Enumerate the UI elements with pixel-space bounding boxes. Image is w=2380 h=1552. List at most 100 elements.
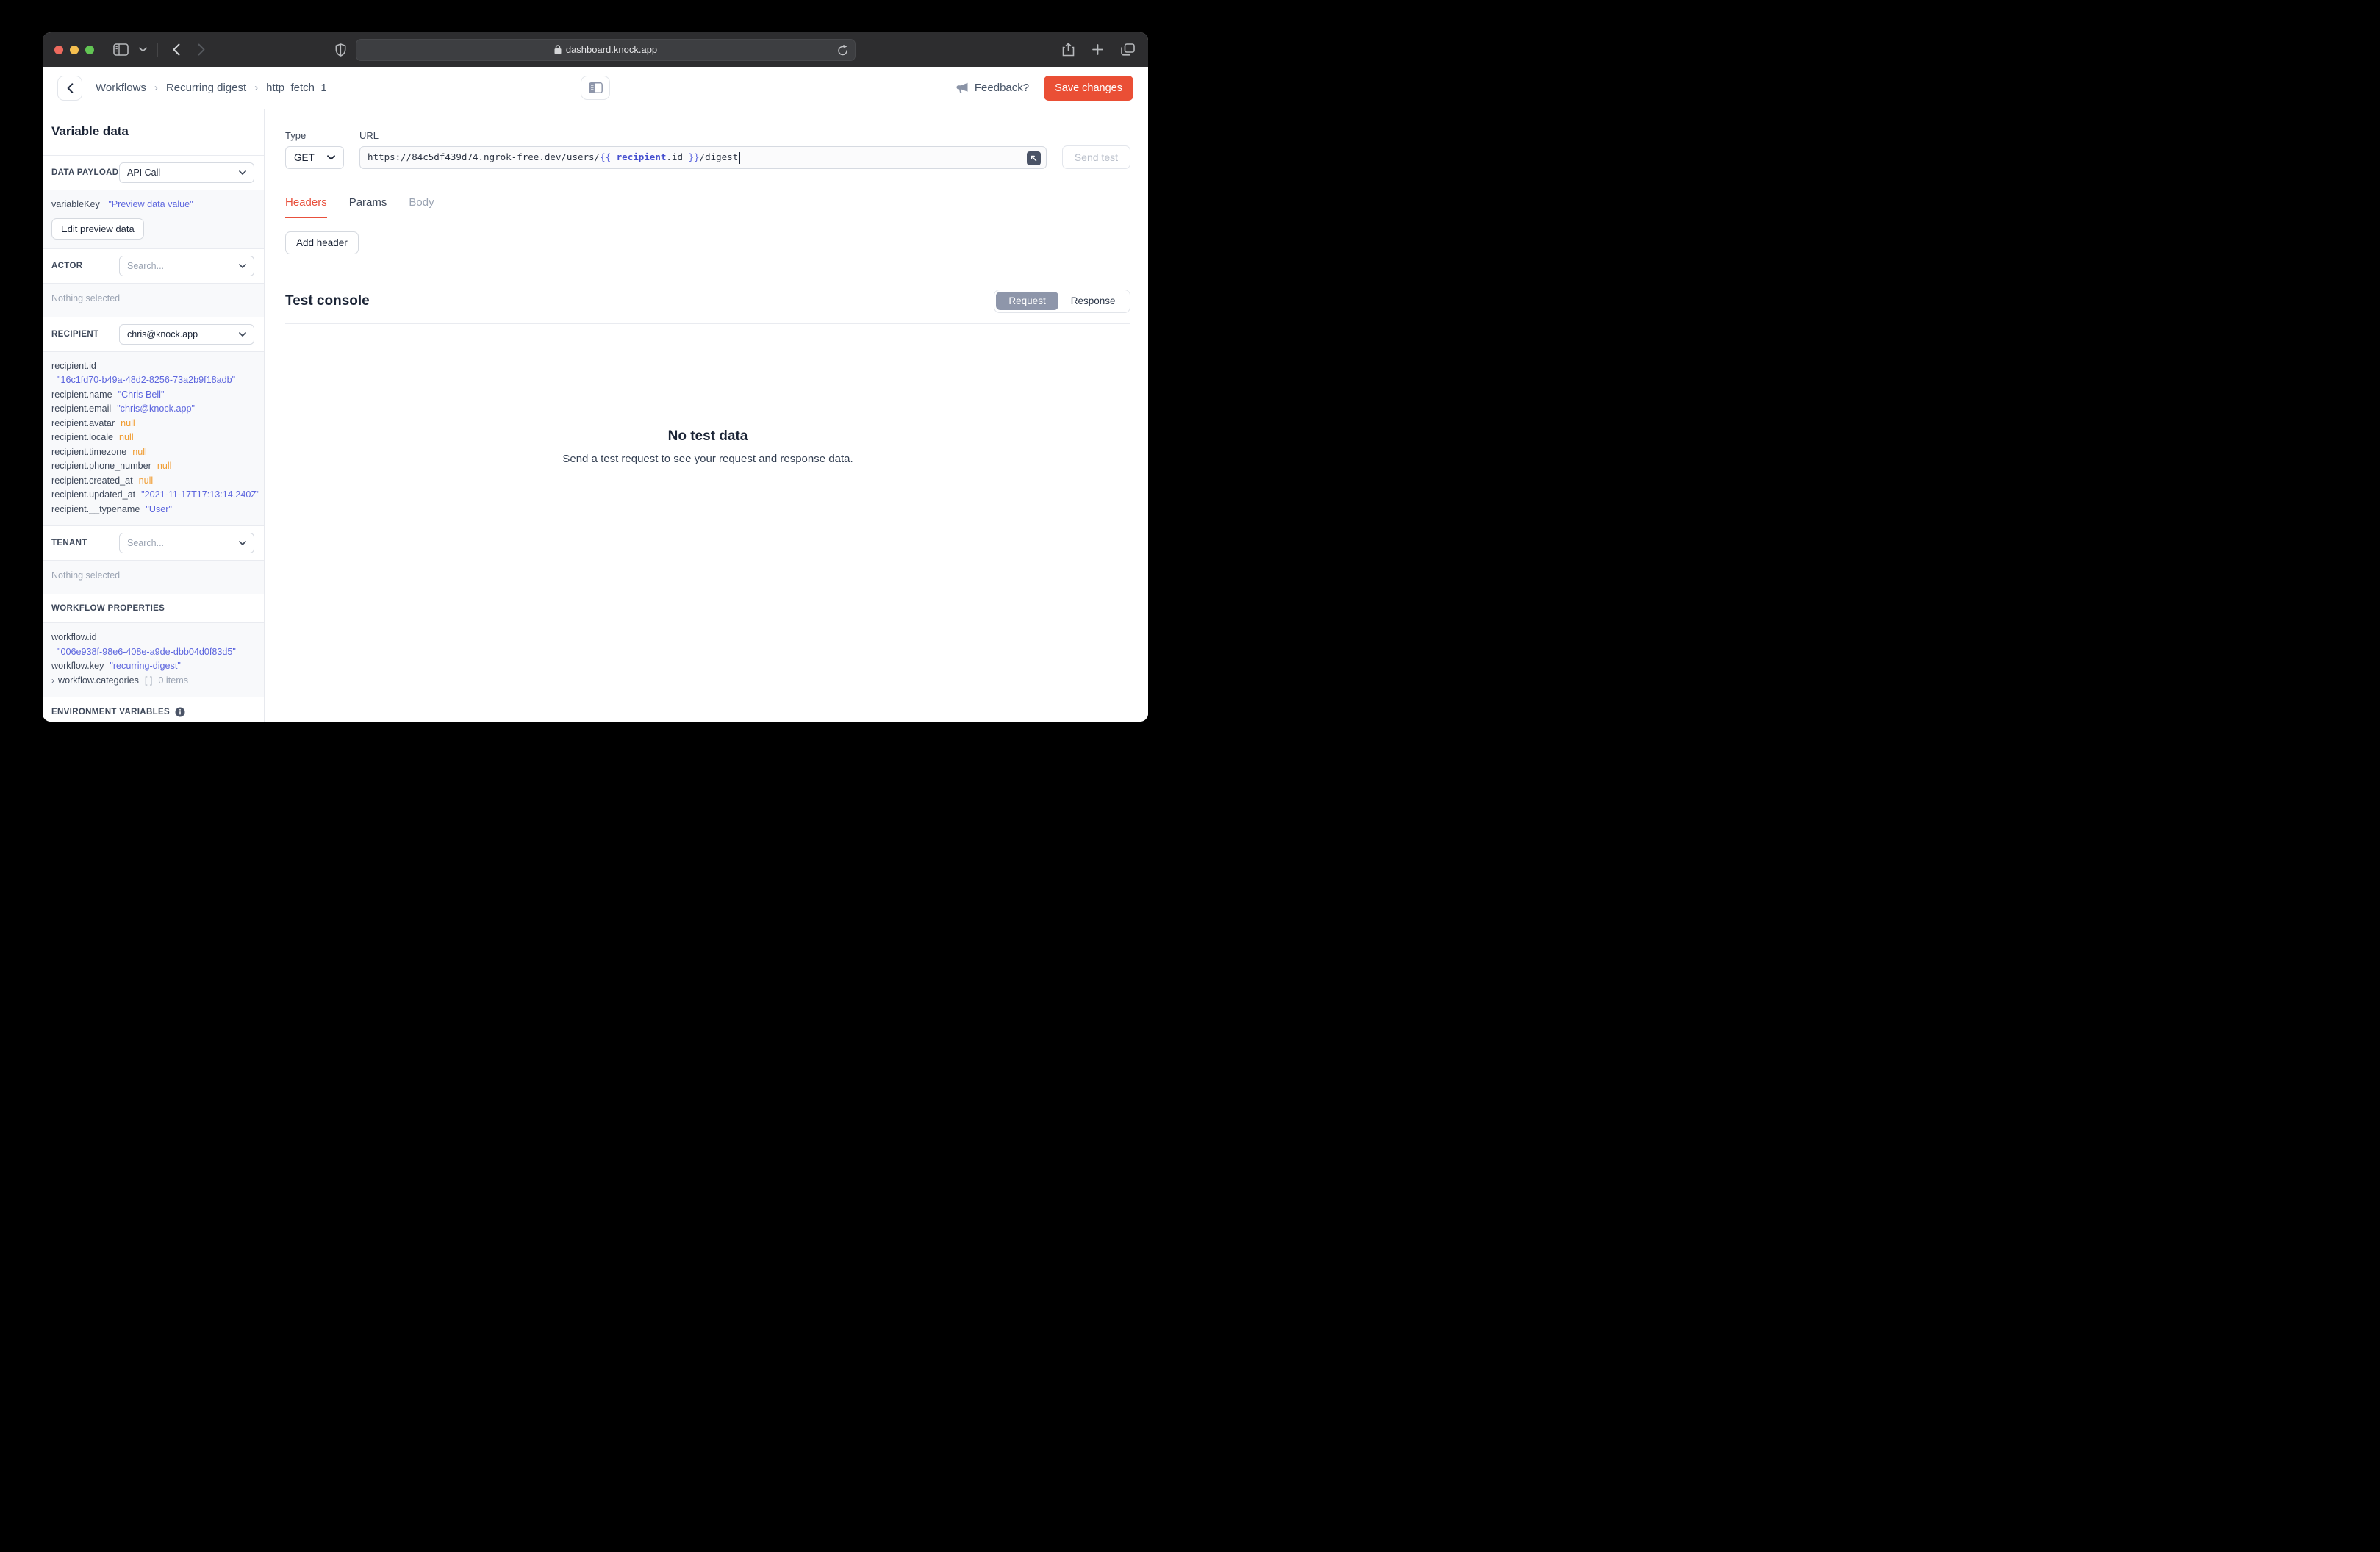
- field-row: recipient.updated_at "2021-11-17T17:13:14…: [51, 488, 260, 503]
- actor-select[interactable]: Search...: [119, 255, 254, 276]
- url-label: URL: [359, 130, 379, 141]
- edit-preview-data-button[interactable]: Edit preview data: [51, 218, 144, 240]
- field-row: workflow.id: [51, 630, 255, 645]
- zoom-window-button[interactable]: [85, 45, 94, 54]
- expand-editor-icon[interactable]: [1026, 151, 1041, 165]
- field-value-count: 0 items: [158, 675, 188, 686]
- shield-icon[interactable]: [335, 43, 346, 57]
- type-label: Type: [285, 130, 307, 141]
- feedback-label: Feedback?: [974, 82, 1030, 94]
- data-payload-select[interactable]: API Call: [119, 162, 254, 183]
- app-header: Workflows › Recurring digest › http_fetc…: [43, 67, 1148, 109]
- feedback-link[interactable]: Feedback?: [956, 82, 1029, 94]
- chevron-right-icon[interactable]: ›: [51, 674, 54, 689]
- url-text: https://84c5df439d74.ngrok-free.dev/user…: [368, 151, 740, 164]
- recipient-label: RECIPIENT: [51, 329, 99, 339]
- method-value: GET: [294, 152, 315, 163]
- field-value-null: null: [157, 461, 172, 471]
- breadcrumb-workflows[interactable]: Workflows: [96, 82, 146, 94]
- preview-data-band: variableKey "Preview data value" Edit pr…: [43, 190, 264, 248]
- save-changes-button[interactable]: Save changes: [1044, 75, 1133, 101]
- forward-icon[interactable]: [198, 43, 205, 56]
- tenant-select[interactable]: Search...: [119, 533, 254, 553]
- field-value-string: "chris@knock.app": [117, 403, 195, 414]
- send-test-button[interactable]: Send test: [1061, 146, 1130, 169]
- url-input[interactable]: https://84c5df439d74.ngrok-free.dev/user…: [359, 146, 1047, 169]
- tab-overview-icon[interactable]: [1121, 43, 1135, 56]
- field-value-string: "006e938f-98e6-408e-a9de-dbb04d0f83d5": [57, 646, 236, 657]
- breadcrumb-separator: ›: [154, 82, 158, 94]
- minimize-window-button[interactable]: [70, 45, 79, 54]
- field-row: recipient.__typename "User": [51, 503, 255, 517]
- tab-params[interactable]: Params: [349, 196, 387, 218]
- share-icon[interactable]: [1062, 42, 1075, 57]
- toggle-response[interactable]: Response: [1058, 292, 1128, 310]
- field-value-null: null: [119, 432, 134, 442]
- data-payload-label: DATA PAYLOAD: [51, 168, 119, 177]
- breadcrumb: Workflows › Recurring digest › http_fetc…: [96, 82, 327, 94]
- panel-layout-icon: [588, 82, 603, 93]
- field-key: recipient.name: [51, 389, 112, 400]
- chevron-down-icon[interactable]: [139, 47, 147, 52]
- actor-placeholder: Search...: [127, 260, 165, 271]
- request-response-toggle: Request Response: [993, 289, 1130, 313]
- field-key: workflow.id: [51, 632, 97, 642]
- chevron-down-icon: [327, 155, 335, 160]
- field-value-null: null: [121, 417, 135, 428]
- method-select[interactable]: GET: [285, 146, 344, 169]
- field-key: recipient.id: [51, 360, 96, 371]
- actor-empty-text: Nothing selected: [51, 292, 121, 303]
- field-key: recipient.updated_at: [51, 489, 136, 500]
- breadcrumb-step-name: http_fetch_1: [266, 82, 327, 94]
- tenant-placeholder: Search...: [127, 538, 165, 548]
- preview-value: "Preview data value": [108, 199, 193, 209]
- back-icon[interactable]: [173, 43, 180, 56]
- field-value-null: null: [132, 446, 147, 457]
- workflow-fields-band: workflow.id "006e938f-98e6-408e-a9de-dbb0…: [43, 623, 264, 697]
- reload-icon[interactable]: [837, 44, 848, 57]
- workflow-properties-label: WORKFLOW PROPERTIES: [51, 604, 165, 613]
- sidebar-icon[interactable]: [113, 43, 129, 56]
- empty-state-subtitle: Send a test request to see your request …: [562, 452, 853, 465]
- field-value-string: "recurring-digest": [110, 661, 181, 671]
- field-key: recipient.created_at: [51, 475, 133, 486]
- field-row: workflow.key "recurring-digest": [51, 659, 255, 674]
- add-header-button[interactable]: Add header: [285, 231, 359, 254]
- field-row: recipient.name "Chris Bell": [51, 388, 255, 403]
- field-key: workflow.key: [51, 661, 104, 671]
- window-controls: [54, 45, 94, 54]
- http-fetch-editor: Type GET URL https://84c5df439d74.ngrok-…: [265, 109, 1148, 722]
- recipient-select[interactable]: chris@knock.app: [119, 323, 254, 345]
- close-window-button[interactable]: [54, 45, 63, 54]
- field-row: variableKey "Preview data value": [51, 198, 255, 212]
- chevron-down-icon: [239, 331, 246, 337]
- field-row: recipient.locale null: [51, 431, 255, 445]
- back-button[interactable]: [57, 75, 82, 101]
- new-tab-icon[interactable]: [1092, 44, 1103, 55]
- field-key: recipient.email: [51, 403, 112, 414]
- field-value-string: "User": [146, 503, 172, 514]
- actor-empty-band: Nothing selected: [43, 283, 264, 317]
- panel-toggle-button[interactable]: [581, 76, 610, 100]
- tab-headers[interactable]: Headers: [285, 196, 327, 218]
- chevron-down-icon: [239, 170, 246, 175]
- field-row: › workflow.categories [ ] 0 items: [51, 674, 255, 689]
- field-value-bracket: [ ]: [144, 675, 153, 686]
- field-value-string: "16c1fd70-b49a-48d2-8256-73a2b9f18adb": [57, 375, 236, 385]
- megaphone-icon: [956, 82, 969, 93]
- text-cursor: [739, 151, 740, 164]
- field-key: recipient.__typename: [51, 503, 140, 514]
- recipient-value: chris@knock.app: [127, 328, 198, 340]
- breadcrumb-separator: ›: [254, 82, 259, 94]
- field-value-block: "006e938f-98e6-408e-a9de-dbb04d0f83d5": [51, 645, 255, 660]
- preview-key: variableKey: [51, 199, 100, 209]
- empty-state-title: No test data: [667, 428, 748, 444]
- breadcrumb-workflow-name[interactable]: Recurring digest: [166, 82, 246, 94]
- info-icon[interactable]: [175, 707, 185, 717]
- variable-data-sidebar: Variable data DATA PAYLOAD API Call vari…: [43, 109, 265, 722]
- address-bar[interactable]: dashboard.knock.app: [356, 38, 856, 61]
- field-key: recipient.phone_number: [51, 461, 151, 471]
- request-tabs: Headers Params Body: [285, 196, 1130, 218]
- tab-body[interactable]: Body: [409, 196, 434, 218]
- toggle-request[interactable]: Request: [996, 292, 1058, 310]
